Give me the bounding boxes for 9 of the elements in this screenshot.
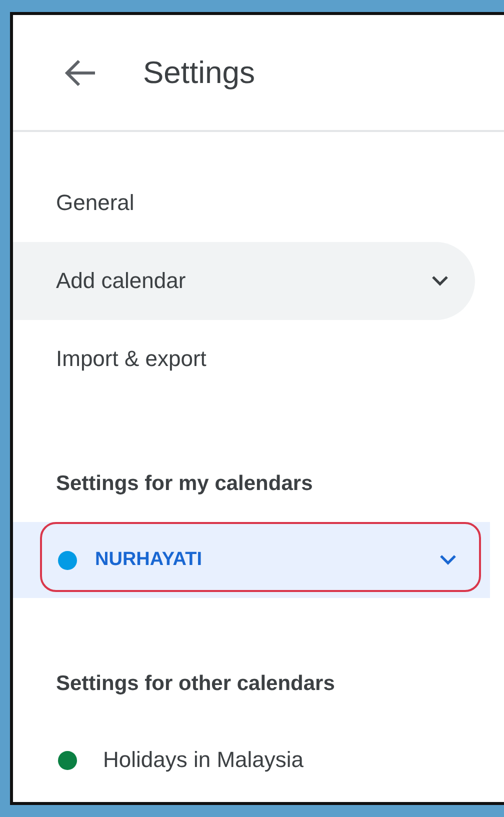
nav-item[interactable]: Import & export <box>13 320 475 398</box>
section-heading: Settings for my calendars <box>56 472 313 496</box>
nav-item[interactable]: Add calendar <box>13 242 475 320</box>
page-title: Settings <box>143 54 256 90</box>
calendar-item[interactable]: NURHAYATI <box>13 522 490 598</box>
section-heading: Settings for other calendars <box>56 672 335 696</box>
calendar-item[interactable]: Holidays in Malaysia <box>13 722 490 798</box>
nav-item[interactable]: General <box>13 164 475 242</box>
back-arrow-icon[interactable] <box>63 58 97 88</box>
